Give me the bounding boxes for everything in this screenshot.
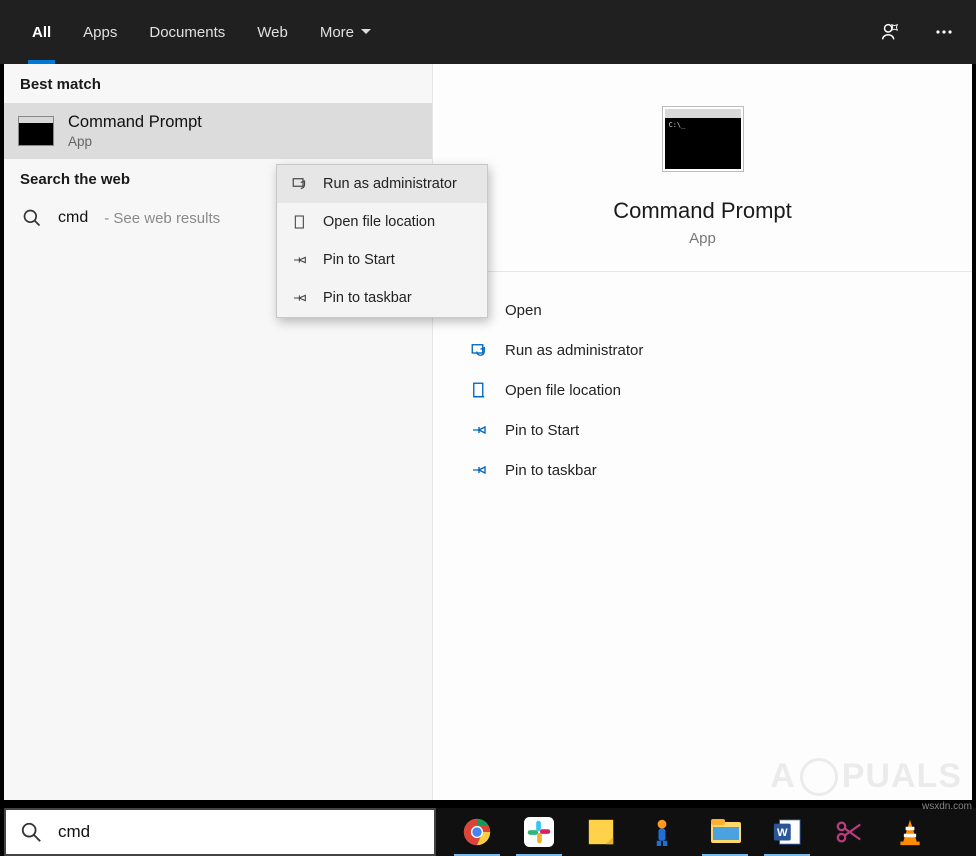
action-pin-start[interactable]: Pin to Start [461,410,972,450]
taskbar-app-word[interactable]: W [756,808,818,856]
tab-label: All [32,24,51,41]
command-prompt-icon [18,116,54,146]
result-text: Command Prompt App [68,113,202,149]
pin-start-icon [291,251,309,269]
action-open-location[interactable]: Open file location [461,370,972,410]
shield-admin-icon [291,175,309,193]
search-tabs-bar: All Apps Documents Web More [0,0,976,64]
ctx-pin-start[interactable]: Pin to Start [277,241,487,279]
more-options-icon[interactable] [930,18,958,46]
ctx-label: Run as administrator [323,176,457,192]
ctx-label: Pin to Start [323,252,395,268]
ctx-label: Open file location [323,214,435,230]
taskbar: W [436,808,976,856]
action-label: Open file location [505,382,621,399]
search-results-panel: Best match Command Prompt App Search the… [4,64,972,800]
tabs-container: All Apps Documents Web More [0,0,388,64]
action-pin-taskbar[interactable]: Pin to taskbar [461,450,972,490]
tab-label: Documents [149,24,225,41]
tab-all[interactable]: All [16,0,67,64]
tab-documents[interactable]: Documents [133,0,241,64]
svg-text:W: W [777,827,788,839]
context-menu: Run as administrator Open file location … [276,164,488,318]
sticky-notes-icon [586,817,616,847]
taskbar-app-generic-runner[interactable] [632,808,694,856]
action-label: Pin to taskbar [505,462,597,479]
search-icon [22,208,42,228]
web-hint: - See web results [104,210,220,227]
pin-taskbar-icon [291,289,309,307]
chrome-icon [462,817,492,847]
folder-icon [291,213,309,231]
taskbar-app-explorer[interactable] [694,808,756,856]
detail-header: Command Prompt App [433,64,972,272]
search-icon [20,821,42,843]
tabbar-right [876,18,976,46]
folder-icon [469,380,489,400]
ctx-open-location[interactable]: Open file location [277,203,487,241]
best-match-result[interactable]: Command Prompt App [4,103,432,159]
action-label: Pin to Start [505,422,579,439]
person-icon [648,817,678,847]
search-bar[interactable] [4,808,436,856]
detail-subtitle: App [689,230,716,247]
action-open[interactable]: Open [461,290,972,330]
chevron-down-icon [360,26,372,38]
web-query: cmd [58,209,88,227]
tab-more[interactable]: More [304,0,388,64]
word-icon: W [772,817,802,847]
watermark-face-icon [800,758,838,796]
best-match-header: Best match [4,64,432,103]
tab-label: Web [257,24,288,41]
detail-app-icon-frame [662,106,744,172]
scissors-icon [834,817,864,847]
pin-start-icon [469,420,489,440]
action-run-admin[interactable]: Run as administrator [461,330,972,370]
action-label: Run as administrator [505,342,643,359]
tab-web[interactable]: Web [241,0,304,64]
tab-label: Apps [83,24,117,41]
search-input[interactable] [58,822,420,842]
pin-taskbar-icon [469,460,489,480]
tab-apps[interactable]: Apps [67,0,133,64]
details-column: Command Prompt App Open Run as administr… [432,64,972,800]
detail-actions: Open Run as administrator Open file loca… [433,272,972,490]
taskbar-app-stickynotes[interactable] [570,808,632,856]
action-label: Open [505,302,542,319]
command-prompt-icon [665,109,741,169]
result-subtitle: App [68,134,202,149]
shield-admin-icon [469,340,489,360]
taskbar-app-vlc[interactable] [880,808,942,856]
watermark-text-b: PUALS [842,757,962,796]
taskbar-app-snip[interactable] [818,808,880,856]
detail-title: Command Prompt [613,198,792,224]
file-explorer-icon [710,817,740,847]
vlc-cone-icon [896,817,926,847]
ctx-run-admin[interactable]: Run as administrator [277,165,487,203]
watermark-text-a: A [770,757,796,796]
result-title: Command Prompt [68,113,202,132]
taskbar-app-chrome[interactable] [446,808,508,856]
slack-icon [524,817,554,847]
ctx-pin-taskbar[interactable]: Pin to taskbar [277,279,487,317]
taskbar-app-slack[interactable] [508,808,570,856]
ctx-label: Pin to taskbar [323,290,412,306]
tab-label: More [320,24,354,41]
attribution-text: wsxdn.com [922,801,972,812]
feedback-icon[interactable] [876,18,904,46]
watermark: A PUALS [770,757,962,796]
